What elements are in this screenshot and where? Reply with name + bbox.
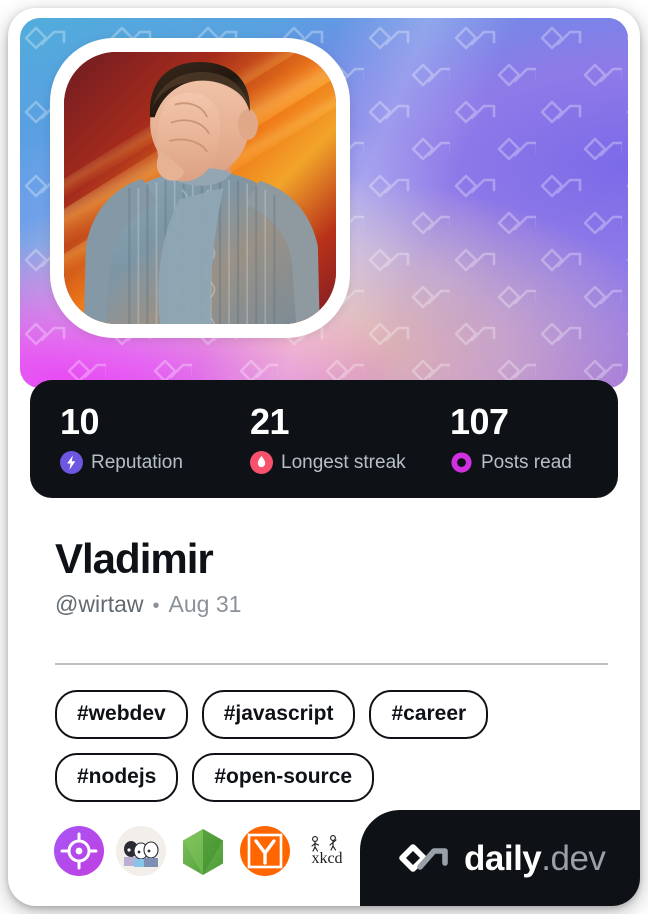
meta-separator: • — [152, 595, 160, 618]
identity-block: Vladimir @wirtaw • Aug 31 — [55, 536, 595, 618]
stat-value: 107 — [450, 401, 509, 442]
tag-chip[interactable]: #nodejs — [55, 753, 179, 803]
tag-list: #webdev #javascript #career #nodejs #ope… — [55, 690, 615, 803]
divider — [55, 663, 608, 665]
tag-chip[interactable]: #javascript — [201, 690, 356, 740]
ring-icon — [451, 452, 472, 473]
tag-chip[interactable]: #webdev — [55, 690, 188, 740]
stats-bar: 10 Reputation 21 Longest streak 107 Post… — [30, 380, 618, 498]
stat-label: Reputation — [91, 452, 183, 473]
daily-dev-badge: daily.dev — [360, 810, 640, 906]
stat-posts-read: 107 Posts read — [450, 404, 620, 474]
svg-text:xkcd: xkcd — [311, 850, 342, 867]
developer-card: 10 Reputation 21 Longest streak 107 Post… — [8, 8, 640, 906]
avatar — [50, 38, 350, 338]
brand-name: daily — [464, 838, 542, 878]
bolt-icon — [60, 451, 83, 474]
brand-suffix: .dev — [541, 838, 606, 878]
stat-value: 21 — [250, 401, 290, 442]
flame-icon — [250, 451, 273, 474]
brand-wordmark: daily.dev — [464, 838, 606, 878]
stat-value: 10 — [60, 401, 100, 442]
stat-label: Posts read — [481, 452, 572, 473]
user-handle: @wirtaw — [55, 591, 144, 618]
avatar-photo — [64, 52, 336, 324]
nodejs-source-icon[interactable] — [178, 826, 228, 876]
stat-reputation: 10 Reputation — [60, 404, 250, 474]
stat-longest-streak: 21 Longest streak — [250, 404, 450, 474]
daily-dev-logo-icon — [399, 844, 448, 872]
joined-date: Aug 31 — [168, 591, 242, 618]
target-source-icon[interactable] — [54, 826, 104, 876]
xkcd-source-icon[interactable]: xkcd — [302, 826, 352, 876]
tag-chip[interactable]: #career — [369, 690, 489, 740]
css-tricks-source-icon[interactable] — [116, 826, 166, 876]
stat-label: Longest streak — [281, 452, 406, 473]
tag-chip[interactable]: #open-source — [192, 753, 375, 803]
hacker-news-source-icon[interactable] — [240, 826, 290, 876]
source-list: xkcd — [54, 826, 352, 876]
identity-meta: @wirtaw • Aug 31 — [55, 591, 595, 618]
display-name: Vladimir — [55, 535, 214, 582]
